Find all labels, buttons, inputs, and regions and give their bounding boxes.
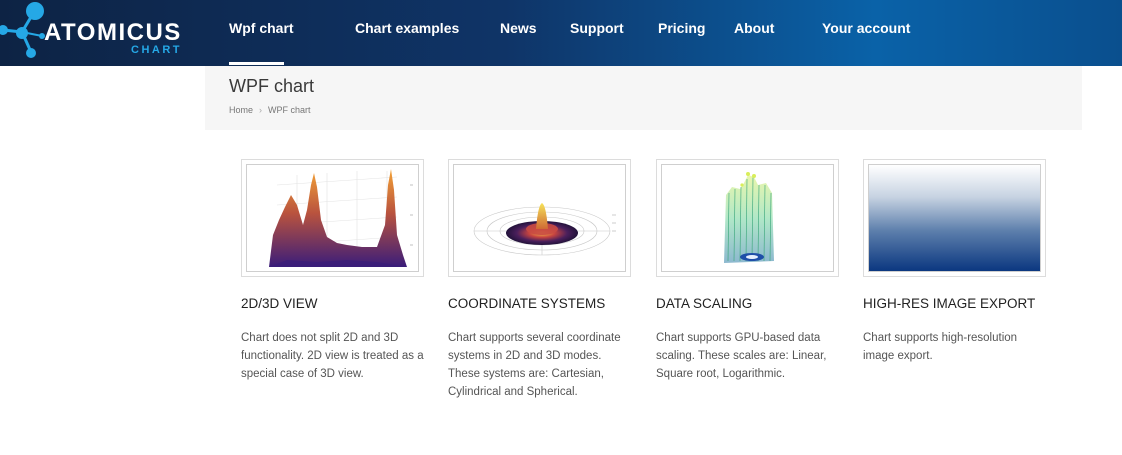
- feature-title: HIGH-RES IMAGE EXPORT: [863, 296, 1036, 311]
- feature-description: Chart supports high-resolution image exp…: [863, 332, 1018, 362]
- atom-logo-icon: [0, 2, 45, 58]
- feature-card-data-scaling: DATA SCALING Chart supports GPU-based da…: [656, 159, 839, 383]
- nav-news[interactable]: News: [500, 20, 537, 36]
- feature-card-image-export: HIGH-RES IMAGE EXPORT Chart supports hig…: [863, 159, 1046, 365]
- nav-chart-examples[interactable]: Chart examples: [355, 20, 459, 36]
- feature-title: DATA SCALING: [656, 296, 753, 311]
- feature-description: Chart supports GPU-based data scaling. T…: [656, 332, 827, 380]
- nav-pricing[interactable]: Pricing: [658, 20, 705, 36]
- breadcrumb-separator: ›: [259, 105, 263, 115]
- active-nav-indicator: [229, 62, 284, 65]
- page-title: WPF chart: [229, 76, 315, 96]
- logo[interactable]: ATOMICUS CHART: [0, 0, 200, 66]
- feature-description: Chart does not split 2D and 3D functiona…: [241, 332, 424, 380]
- scaling-chart-thumbnail: [724, 172, 774, 263]
- nav-wpf-chart[interactable]: Wpf chart: [229, 20, 294, 36]
- page-title-bar: WPF chart Home › WPF chart: [205, 66, 1082, 130]
- feature-image-image-export[interactable]: [863, 159, 1046, 277]
- logo-wordmark: ATOMICUS: [44, 19, 182, 46]
- feature-description: Chart supports several coordinate system…: [448, 332, 621, 398]
- feature-card-coordinate-systems: COORDINATE SYSTEMS Chart supports severa…: [448, 159, 631, 401]
- surface-chart-thumbnail: [269, 169, 413, 267]
- feature-card-2d3d-view: 2D/3D VIEW Chart does not split 2D and 3…: [241, 159, 424, 383]
- nav-support[interactable]: Support: [570, 20, 624, 36]
- gradient-export-thumbnail: [869, 165, 1040, 271]
- breadcrumb: Home › WPF chart: [229, 105, 311, 115]
- breadcrumb-current: WPF chart: [268, 105, 311, 115]
- feature-image-data-scaling[interactable]: [656, 159, 839, 277]
- site-header: ATOMICUS CHART Wpf chart Chart examples …: [0, 0, 1122, 66]
- nav-about[interactable]: About: [734, 20, 774, 36]
- feature-title: COORDINATE SYSTEMS: [448, 296, 606, 311]
- feature-image-coordinate-systems[interactable]: [448, 159, 631, 277]
- polar-chart-thumbnail: [473, 203, 616, 256]
- feature-image-2d3d-view[interactable]: [241, 159, 424, 277]
- nav-your-account[interactable]: Your account: [822, 20, 910, 36]
- breadcrumb-home-link[interactable]: Home: [229, 105, 253, 115]
- logo-subtitle: CHART: [131, 44, 182, 56]
- feature-title: 2D/3D VIEW: [241, 296, 318, 311]
